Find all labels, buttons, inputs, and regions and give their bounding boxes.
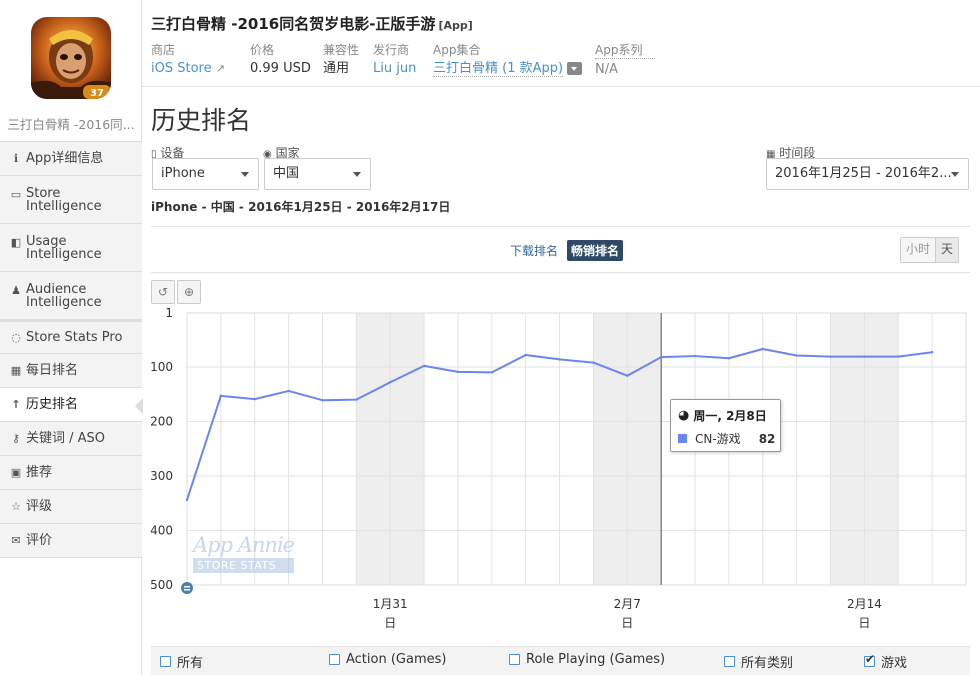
tooltip-title: 周一, 2月8日 bbox=[693, 409, 767, 423]
rank-chart[interactable]: 1 100 200 300 400 500 1月31 日 2月7 日 2月14 日 bbox=[0, 0, 980, 640]
legend-label: Role Playing (Games) bbox=[526, 652, 666, 667]
chart-tooltip: ◕ 周一, 2月8日 CN-游戏 82 bbox=[670, 399, 781, 452]
x-tick-label: 1月31 bbox=[373, 597, 408, 611]
legend-item-all[interactable]: 所有 bbox=[160, 652, 203, 671]
x-tick-sublabel: 日 bbox=[621, 616, 633, 630]
data-point bbox=[626, 374, 629, 377]
legend-item-action[interactable]: Action (Games) bbox=[329, 652, 446, 667]
data-point bbox=[490, 371, 494, 374]
data-point bbox=[795, 354, 798, 357]
data-point bbox=[897, 355, 900, 358]
data-point bbox=[829, 355, 832, 358]
legend-item-games[interactable]: 游戏 bbox=[864, 652, 907, 671]
legend-label: 所有 bbox=[177, 656, 204, 671]
data-point bbox=[422, 364, 426, 368]
data-point bbox=[558, 358, 561, 361]
data-point bbox=[592, 361, 595, 364]
legend-label: Action (Games) bbox=[346, 652, 447, 667]
legend-label: 所有类别 bbox=[741, 656, 794, 671]
tooltip-series: CN-游戏 bbox=[695, 432, 741, 446]
data-point bbox=[456, 370, 460, 374]
y-tick-label: 500 bbox=[150, 578, 173, 592]
tooltip-value: 82 bbox=[758, 431, 776, 446]
data-point bbox=[185, 498, 189, 502]
y-tick-label: 300 bbox=[150, 469, 173, 483]
x-tick-label: 2月14 bbox=[847, 597, 882, 611]
data-point bbox=[389, 381, 392, 384]
watermark: App Annie STORE STATS bbox=[193, 533, 295, 573]
data-point bbox=[659, 355, 663, 359]
data-point bbox=[761, 347, 764, 351]
y-tick-label: 100 bbox=[150, 360, 173, 374]
checkbox[interactable] bbox=[509, 654, 520, 665]
data-point bbox=[727, 357, 731, 360]
legend-label: 游戏 bbox=[881, 656, 908, 671]
data-point bbox=[287, 389, 290, 393]
y-tick-label: 200 bbox=[150, 414, 173, 428]
checkbox-checked[interactable] bbox=[864, 652, 875, 667]
y-tick-label: 400 bbox=[150, 523, 173, 537]
data-point bbox=[863, 355, 866, 358]
legend-item-role-playing[interactable]: Role Playing (Games) bbox=[509, 652, 665, 667]
checkbox[interactable] bbox=[160, 656, 171, 667]
annotation-comment-icon bbox=[181, 582, 193, 594]
watermark-sub: STORE STATS bbox=[193, 558, 295, 573]
series-legend: 所有 Action (Games) Role Playing (Games) 所… bbox=[151, 646, 970, 675]
x-tick-sublabel: 日 bbox=[384, 616, 396, 630]
data-point bbox=[321, 399, 324, 402]
checkbox[interactable] bbox=[724, 656, 735, 667]
checkbox[interactable] bbox=[329, 654, 340, 665]
data-point bbox=[524, 353, 527, 357]
data-point bbox=[253, 397, 256, 401]
data-point bbox=[355, 398, 358, 401]
globe-icon: ◕ bbox=[678, 408, 690, 423]
x-tick-label: 2月7 bbox=[614, 597, 641, 611]
watermark-brand: App Annie bbox=[193, 533, 295, 557]
y-tick-label: 1 bbox=[165, 306, 173, 320]
x-tick-sublabel: 日 bbox=[858, 616, 870, 630]
data-point bbox=[930, 351, 934, 354]
legend-item-all-categories[interactable]: 所有类别 bbox=[724, 652, 793, 671]
data-point bbox=[693, 354, 697, 358]
series-swatch bbox=[678, 434, 687, 443]
data-point bbox=[219, 394, 223, 398]
